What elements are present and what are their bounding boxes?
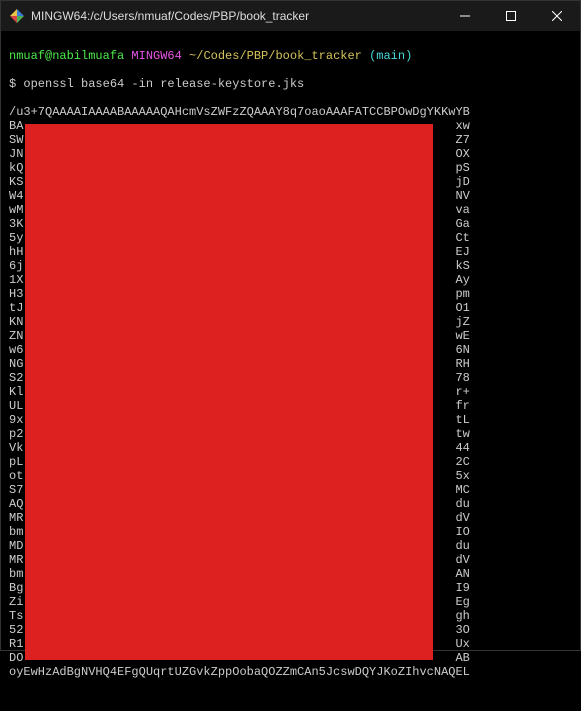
cwd: ~/Codes/PBP/book_tracker: [189, 49, 362, 63]
git-branch: (main): [369, 49, 412, 63]
prompt-line: nmuaf@nabilmuafa MINGW64 ~/Codes/PBP/boo…: [9, 49, 572, 63]
user-host: nmuaf@nabilmuafa: [9, 49, 124, 63]
command-line: $ openssl base64 -in release-keystore.jk…: [9, 77, 572, 91]
output-line: oyEwHzAdBgNVHQ4EFgQUqrtUZGvkZppOobaQOZZm…: [9, 665, 572, 679]
redaction-overlay: [25, 124, 433, 660]
maximize-button[interactable]: [488, 1, 534, 31]
titlebar: MINGW64:/c/Users/nmuaf/Codes/PBP/book_tr…: [1, 1, 580, 31]
shell-name: MINGW64: [131, 49, 181, 63]
window-title: MINGW64:/c/Users/nmuaf/Codes/PBP/book_tr…: [31, 9, 309, 23]
terminal-body[interactable]: nmuaf@nabilmuafa MINGW64 ~/Codes/PBP/boo…: [1, 31, 580, 711]
window-controls: [442, 1, 580, 31]
mingw-icon: [9, 8, 25, 24]
command-text: openssl base64 -in release-keystore.jks: [23, 77, 304, 91]
prompt-symbol: $: [9, 77, 16, 91]
titlebar-left: MINGW64:/c/Users/nmuaf/Codes/PBP/book_tr…: [9, 8, 309, 24]
close-button[interactable]: [534, 1, 580, 31]
output-line: /u3+7QAAAAIAAAABAAAAAQAHcmVsZWFzZQAAAY8q…: [9, 105, 572, 119]
minimize-button[interactable]: [442, 1, 488, 31]
